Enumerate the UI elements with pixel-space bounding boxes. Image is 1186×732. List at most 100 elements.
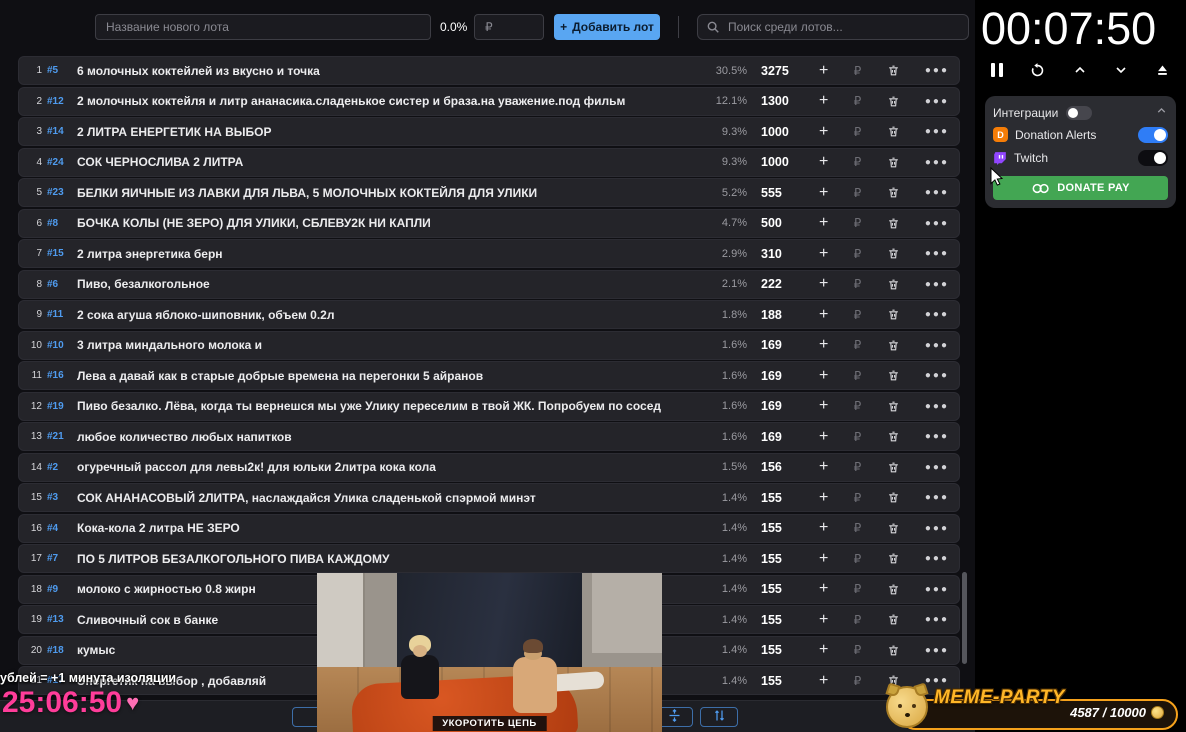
add-amount-icon[interactable]: + bbox=[819, 276, 828, 292]
lot-row[interactable]: 7 #15 2 литра энергетика берн 2.9% 310 +… bbox=[18, 239, 960, 268]
add-amount-icon[interactable]: + bbox=[819, 184, 828, 201]
more-options-icon[interactable]: ●●● bbox=[925, 401, 949, 412]
more-options-icon[interactable]: ●●● bbox=[925, 309, 949, 320]
trash-icon[interactable] bbox=[887, 156, 900, 169]
lot-row[interactable]: 3 #14 2 ЛИТРА ЕНЕРГЕТИК НА ВЫБОР 9.3% 10… bbox=[18, 117, 960, 146]
add-amount-icon[interactable]: + bbox=[819, 245, 828, 262]
trash-icon[interactable] bbox=[887, 278, 900, 291]
ruble-icon[interactable]: ₽ bbox=[854, 64, 862, 78]
chevron-up-icon[interactable] bbox=[1072, 62, 1088, 78]
ruble-icon[interactable]: ₽ bbox=[854, 643, 862, 657]
lot-row[interactable]: 11 #16 Лева а давай как в старые добрые … bbox=[18, 361, 960, 390]
add-amount-icon[interactable]: + bbox=[819, 215, 828, 231]
add-amount-icon[interactable]: + bbox=[819, 642, 828, 658]
lot-row[interactable]: 16 #4 Кока-кола 2 литра НЕ ЗЕРО 1.4% 155… bbox=[18, 513, 960, 543]
restart-icon[interactable] bbox=[1029, 62, 1046, 79]
trash-icon[interactable] bbox=[887, 247, 900, 260]
ruble-icon[interactable]: ₽ bbox=[854, 155, 862, 169]
add-amount-icon[interactable]: + bbox=[819, 611, 828, 628]
donate-pay-button[interactable]: DONATE PAY bbox=[993, 176, 1168, 200]
more-options-icon[interactable]: ●●● bbox=[925, 187, 949, 198]
add-lot-button[interactable]: + Добавить лот bbox=[554, 14, 660, 40]
lot-row[interactable]: 4 #24 СОК ЧЕРНОСЛИВА 2 ЛИТРА 9.3% 1000 +… bbox=[18, 147, 960, 177]
add-amount-icon[interactable]: + bbox=[819, 154, 828, 170]
ruble-icon[interactable]: ₽ bbox=[854, 399, 862, 413]
ruble-icon[interactable]: ₽ bbox=[854, 430, 862, 444]
eject-icon[interactable] bbox=[1155, 63, 1170, 78]
add-amount-icon[interactable]: + bbox=[819, 550, 828, 567]
trash-icon[interactable] bbox=[887, 644, 900, 657]
trash-icon[interactable] bbox=[887, 369, 900, 382]
add-amount-icon[interactable]: + bbox=[819, 62, 828, 79]
trash-icon[interactable] bbox=[887, 339, 900, 352]
add-amount-icon[interactable]: + bbox=[819, 581, 828, 597]
trash-icon[interactable] bbox=[887, 613, 900, 626]
pause-icon[interactable] bbox=[991, 63, 1003, 77]
more-options-icon[interactable]: ●●● bbox=[925, 96, 949, 107]
lot-row[interactable]: 1 #5 6 молочных коктейлей из вкусно и то… bbox=[18, 56, 960, 85]
lot-row[interactable]: 9 #11 2 сока агуша яблоко-шиповник, объе… bbox=[18, 300, 960, 329]
ruble-icon[interactable]: ₽ bbox=[854, 125, 862, 139]
ruble-icon[interactable]: ₽ bbox=[854, 216, 862, 230]
ruble-icon[interactable]: ₽ bbox=[854, 186, 862, 200]
new-lot-name-input[interactable] bbox=[95, 14, 431, 40]
trash-icon[interactable] bbox=[887, 491, 900, 504]
trash-icon[interactable] bbox=[887, 522, 900, 535]
trash-icon[interactable] bbox=[887, 125, 900, 138]
lot-row[interactable]: 8 #6 Пиво, безалкогольное 2.1% 222 + ₽ ●… bbox=[18, 269, 960, 299]
trash-icon[interactable] bbox=[887, 64, 900, 77]
ruble-icon[interactable]: ₽ bbox=[854, 460, 862, 474]
more-options-icon[interactable]: ●●● bbox=[925, 675, 949, 686]
ruble-icon[interactable]: ₽ bbox=[854, 521, 862, 535]
more-options-icon[interactable]: ●●● bbox=[925, 645, 949, 656]
trash-icon[interactable] bbox=[887, 430, 900, 443]
lot-row[interactable]: 12 #19 Пиво безалко. Лёва, когда ты верн… bbox=[18, 391, 960, 421]
more-options-icon[interactable]: ●●● bbox=[925, 492, 949, 503]
ruble-icon[interactable]: ₽ bbox=[854, 674, 862, 688]
more-options-icon[interactable]: ●●● bbox=[925, 248, 949, 259]
add-amount-icon[interactable]: + bbox=[819, 428, 828, 445]
lot-row[interactable]: 10 #10 3 литра миндального молока и 1.6%… bbox=[18, 330, 960, 360]
trash-icon[interactable] bbox=[887, 583, 900, 596]
service-twitch[interactable]: Twitch bbox=[993, 146, 1168, 169]
sort-lots-button[interactable] bbox=[700, 707, 738, 727]
scrollbar-thumb[interactable] bbox=[962, 572, 967, 664]
more-options-icon[interactable]: ●●● bbox=[925, 553, 949, 564]
more-options-icon[interactable]: ●●● bbox=[925, 614, 949, 625]
add-amount-icon[interactable]: + bbox=[819, 337, 828, 353]
collapse-panel-icon[interactable] bbox=[1155, 104, 1168, 122]
trash-icon[interactable] bbox=[887, 186, 900, 199]
ruble-icon[interactable]: ₽ bbox=[854, 582, 862, 596]
lot-row[interactable]: 2 #12 2 молочных коктейля и литр ананаси… bbox=[18, 86, 960, 116]
add-amount-icon[interactable]: + bbox=[819, 306, 828, 323]
ruble-icon[interactable]: ₽ bbox=[854, 247, 862, 261]
ruble-icon[interactable]: ₽ bbox=[854, 308, 862, 322]
chevron-down-icon[interactable] bbox=[1113, 62, 1129, 78]
add-amount-icon[interactable]: + bbox=[819, 123, 828, 140]
lot-row[interactable]: 13 #21 любое количество любых напитков 1… bbox=[18, 422, 960, 451]
add-amount-icon[interactable]: + bbox=[819, 367, 828, 384]
lot-row[interactable]: 5 #23 БЕЛКИ ЯИЧНЫЕ ИЗ ЛАВКИ ДЛЯ ЛЬВА, 5 … bbox=[18, 178, 960, 207]
donation-alerts-toggle[interactable] bbox=[1138, 126, 1168, 143]
integrations-master-toggle[interactable] bbox=[1066, 106, 1093, 120]
ruble-icon[interactable]: ₽ bbox=[854, 94, 862, 108]
ruble-icon[interactable]: ₽ bbox=[854, 338, 862, 352]
trash-icon[interactable] bbox=[887, 552, 900, 565]
more-options-icon[interactable]: ●●● bbox=[925, 584, 949, 595]
more-options-icon[interactable]: ●●● bbox=[925, 126, 949, 137]
lot-row[interactable]: 14 #2 огуречный рассол для левы2к! для ю… bbox=[18, 452, 960, 482]
more-options-icon[interactable]: ●●● bbox=[925, 462, 949, 473]
more-options-icon[interactable]: ●●● bbox=[925, 431, 949, 442]
ruble-icon[interactable]: ₽ bbox=[854, 613, 862, 627]
add-amount-icon[interactable]: + bbox=[819, 520, 828, 536]
trash-icon[interactable] bbox=[887, 461, 900, 474]
ruble-icon[interactable]: ₽ bbox=[854, 277, 862, 291]
more-options-icon[interactable]: ●●● bbox=[925, 157, 949, 168]
lot-row[interactable]: 17 #7 ПО 5 ЛИТРОВ БЕЗАЛКОГОЛЬНОГО ПИВА К… bbox=[18, 544, 960, 573]
more-options-icon[interactable]: ●●● bbox=[925, 340, 949, 351]
more-options-icon[interactable]: ●●● bbox=[925, 65, 949, 76]
ruble-icon[interactable]: ₽ bbox=[854, 369, 862, 383]
twitch-toggle[interactable] bbox=[1138, 149, 1168, 166]
trash-icon[interactable] bbox=[887, 400, 900, 413]
more-options-icon[interactable]: ●●● bbox=[925, 523, 949, 534]
